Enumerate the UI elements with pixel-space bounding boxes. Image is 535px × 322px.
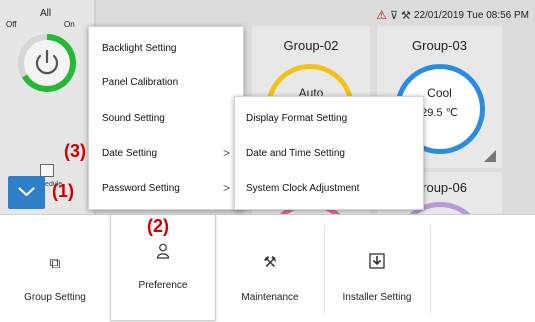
menu-item-label: Password Setting [102,183,180,194]
collapse-button[interactable] [8,176,45,209]
tab-group-setting[interactable]: ⧉ Group Setting [0,215,110,322]
menu-item-date-setting[interactable]: Date Setting > [89,146,243,168]
status-bar: ⚠ ⊽ ⚒ 22/01/2019 Tue 08:56 PM [376,8,529,22]
annotation-3: (3) [64,141,86,161]
on-label: On [64,20,75,29]
menu-item-label: System Clock Adjustment [246,183,360,194]
menu-item-label: Backlight Setting [102,43,177,54]
tab-installer-setting[interactable]: Installer Setting [324,215,430,322]
menu-item-display-format-setting[interactable]: Display Format Setting [235,113,423,133]
date-setting-submenu: Display Format Setting Date and Time Set… [234,96,424,210]
menu-item-label: Date and Time Setting [246,148,345,159]
tab-divider [430,225,431,313]
chevron-right-icon: > [222,146,230,160]
menu-item-date-and-time-setting[interactable]: Date and Time Setting [235,148,423,168]
off-label: Off [6,20,17,29]
tab-label: Maintenance [241,292,299,303]
menu-item-sound-setting[interactable]: Sound Setting [89,113,243,133]
chevron-right-icon: > [222,181,230,195]
datetime-text: 22/01/2019 Tue 08:56 PM [413,9,529,21]
annotation-2: (2) [147,216,169,236]
bottom-nav-bar: ⧉ Group Setting Preference ⚒ Maintenance… [0,214,535,322]
download-box-icon [324,253,430,273]
tab-maintenance[interactable]: ⚒ Maintenance [216,215,324,322]
menu-item-backlight-setting[interactable]: Backlight Setting [89,43,243,63]
all-power-button[interactable] [14,30,80,96]
group-name: Group-03 [412,38,467,53]
group-name: Group-02 [283,38,339,53]
preference-menu: Backlight Setting Panel Calibration Soun… [88,26,244,210]
chevron-down-icon [18,187,35,197]
menu-item-panel-calibration[interactable]: Panel Calibration [89,77,243,97]
menu-item-label: Panel Calibration [102,77,179,88]
annotation-1: (1) [52,181,74,201]
menu-item-system-clock-adjustment[interactable]: System Clock Adjustment [235,183,423,203]
tab-label: Preference [138,280,188,291]
menu-item-label: Display Format Setting [246,113,348,124]
menu-item-label: Sound Setting [102,113,165,124]
expand-corner-icon [484,150,496,162]
maintenance-status-icon: ⚒ [401,9,411,22]
tab-label: Installer Setting [342,292,412,303]
group-setting-icon: ⧉ [49,255,61,272]
maintenance-tools-icon: ⚒ [263,254,277,271]
menu-item-password-setting[interactable]: Password Setting > [89,181,243,203]
all-title: All [40,8,52,19]
power-icon [18,34,76,92]
filter-icon: ⊽ [389,9,399,22]
menu-item-label: Date Setting [102,148,158,159]
tab-label: Group Setting [24,292,86,303]
person-icon [111,243,215,263]
warning-icon: ⚠ [376,8,387,22]
